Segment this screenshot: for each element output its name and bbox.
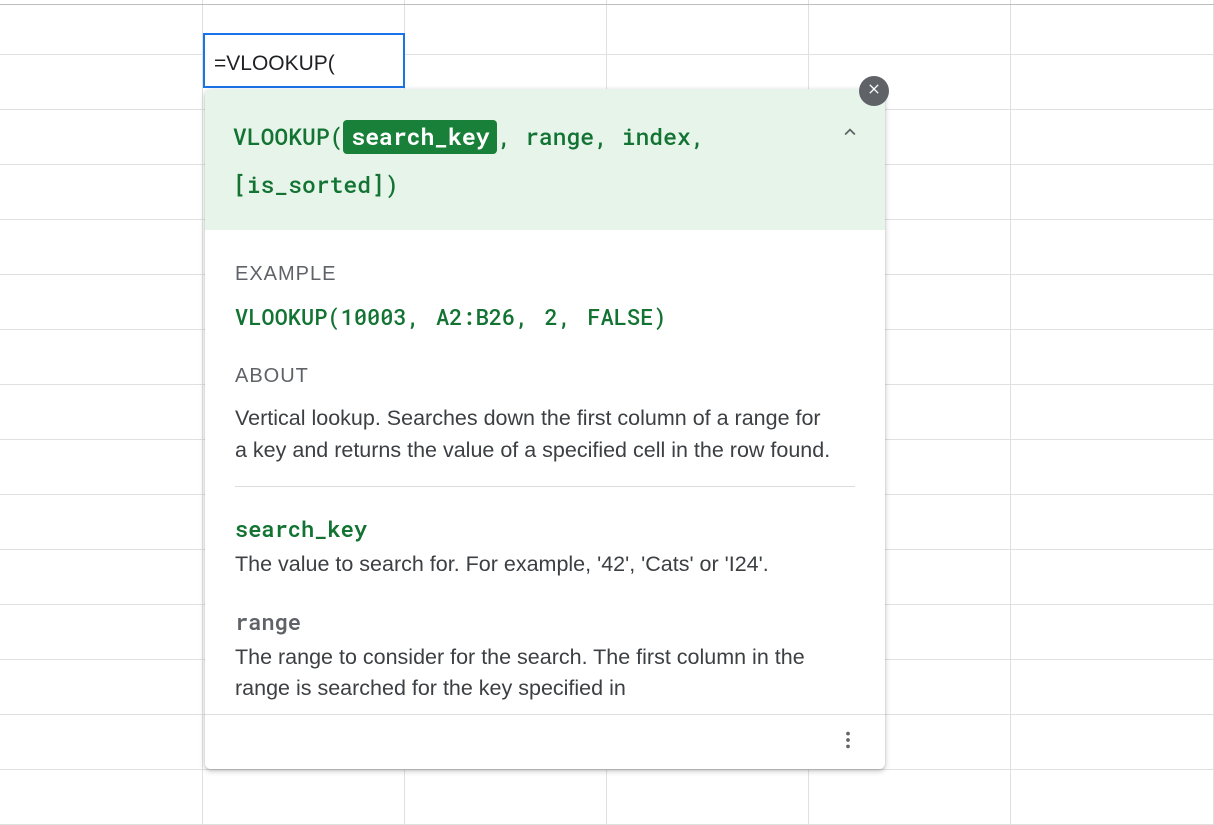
more-vertical-icon xyxy=(837,729,859,756)
param-name-search_key: search_key xyxy=(235,513,855,545)
close-icon xyxy=(866,81,882,102)
function-signature-header: VLOOKUP(search_key, range, index, [is_so… xyxy=(205,89,885,230)
more-options-button[interactable] xyxy=(831,725,865,759)
formula-help-card: VLOOKUP(search_key, range, index, [is_so… xyxy=(205,89,885,769)
sig-func-name: VLOOKUP xyxy=(233,122,330,152)
example-label: EXAMPLE xyxy=(235,260,855,289)
collapse-help-button[interactable] xyxy=(839,111,861,159)
sig-rest-line2: [is_sorted]) xyxy=(233,170,399,200)
active-cell[interactable] xyxy=(203,33,405,88)
sig-active-arg: search_key xyxy=(343,120,497,154)
sig-open-paren: ( xyxy=(330,122,344,152)
param-name-range: range xyxy=(235,606,855,638)
chevron-up-icon xyxy=(839,120,861,150)
about-text: Vertical lookup. Searches down the first… xyxy=(235,403,855,465)
about-label: ABOUT xyxy=(235,362,855,391)
param-block: search_key The value to search for. For … xyxy=(235,513,855,580)
sig-rest-line1: , range, index, xyxy=(497,122,704,152)
close-help-button[interactable] xyxy=(859,76,889,106)
help-footer xyxy=(205,714,885,769)
example-code: VLOOKUP(10003, A2:B26, 2, FALSE) xyxy=(235,301,855,333)
param-block: range The range to consider for the sear… xyxy=(235,606,855,704)
help-body[interactable]: EXAMPLE VLOOKUP(10003, A2:B26, 2, FALSE)… xyxy=(205,230,885,714)
divider xyxy=(235,486,855,487)
param-desc-range: The range to consider for the search. Th… xyxy=(235,642,855,704)
param-desc-search_key: The value to search for. For example, '4… xyxy=(235,549,855,580)
cell-formula-input[interactable] xyxy=(205,35,403,86)
top-border xyxy=(0,4,1214,5)
